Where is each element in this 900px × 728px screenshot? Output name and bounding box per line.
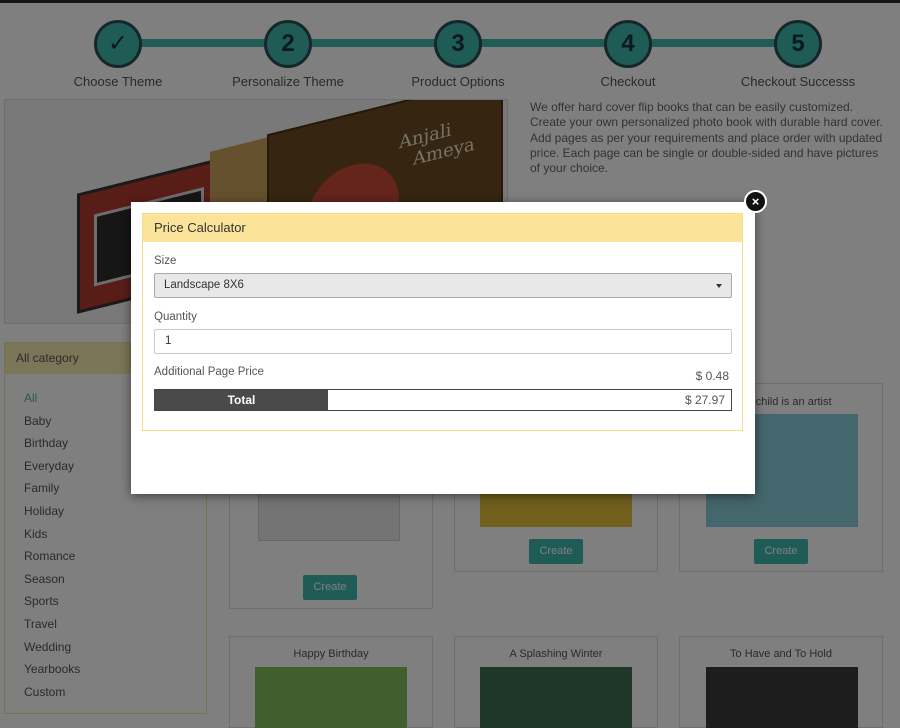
close-icon[interactable]: × [744,190,767,213]
price-calculator-panel: Price Calculator Size Landscape 8X6 Quan… [142,213,743,431]
price-calculator-modal: Price Calculator Size Landscape 8X6 Quan… [131,202,755,494]
size-label: Size [154,255,177,267]
total-value: $ 27.97 [684,393,725,407]
quantity-label: Quantity [154,311,197,323]
additional-page-price-label: Additional Page Price [154,366,264,378]
total-row: Total $ 27.97 [154,389,732,411]
modal-title: Price Calculator [143,214,742,242]
size-select-value: Landscape 8X6 [164,279,244,291]
chevron-down-icon [716,284,722,288]
size-select[interactable]: Landscape 8X6 [154,273,732,298]
total-label: Total [155,390,328,410]
additional-page-price-value: $ 0.48 [695,369,729,383]
quantity-input[interactable]: 1 [154,329,732,354]
